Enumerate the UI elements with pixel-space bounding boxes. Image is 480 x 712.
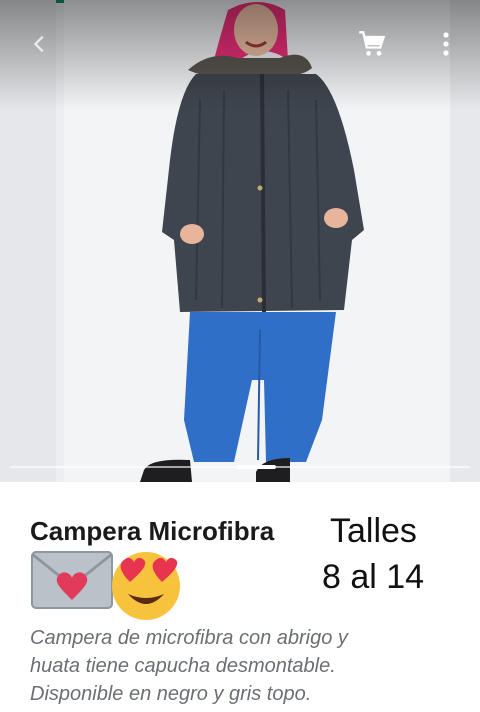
product-image-carousel[interactable] [0,0,480,482]
heart-eyes-emoji [112,552,180,620]
sizes-label: Talles [330,512,417,550]
back-button[interactable] [20,24,60,64]
top-gradient-overlay [0,0,480,110]
overflow-menu-button[interactable] [426,24,466,64]
carousel-active-dot [236,465,276,469]
arrow-back-icon [33,35,44,53]
product-description: Campera de microfibra con abrigo y huata… [30,624,450,708]
description-line: Disponible en negro y gris topo. [30,683,312,705]
description-line: Campera de microfibra con abrigo y [30,627,348,649]
title-emoji-row [30,546,200,620]
sizes-range: 8 al 14 [322,558,425,596]
cart-button[interactable] [352,24,392,64]
love-letter-emoji [31,551,113,609]
description-line: huata tiene capucha desmontable. [30,655,336,677]
more-vertical-icon [443,32,449,56]
shopping-cart-icon [359,31,386,56]
carousel-page-indicator [10,465,470,469]
product-title: Campera Microfibra [30,516,275,546]
product-details: Campera Microfibra Talles 8 al 14 Camper… [0,482,480,712]
